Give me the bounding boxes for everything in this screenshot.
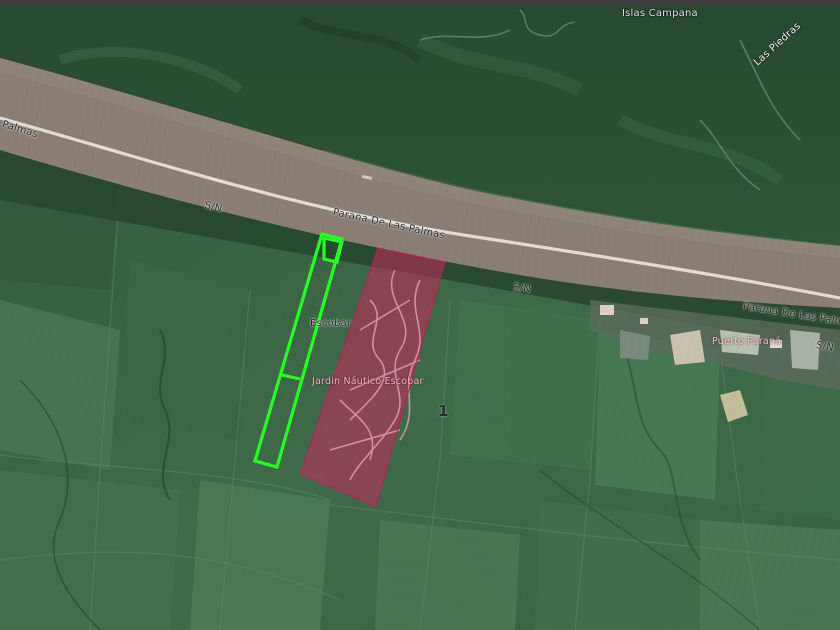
satellite-map[interactable]: Islas Campana Las Piedras Palmas S/N Par…: [0, 0, 840, 630]
label-escobar: Escobar: [310, 318, 352, 329]
label-sn-mid: S/N: [512, 282, 532, 296]
label-parcel-number: 1: [438, 402, 449, 420]
label-puerto-parana: Puerto Paraná: [712, 336, 782, 347]
map-canvas: [0, 0, 840, 630]
label-jardin-nautico: Jardin Náutico Escobar: [312, 376, 424, 387]
label-islas-campana: Islas Campana: [622, 8, 698, 19]
